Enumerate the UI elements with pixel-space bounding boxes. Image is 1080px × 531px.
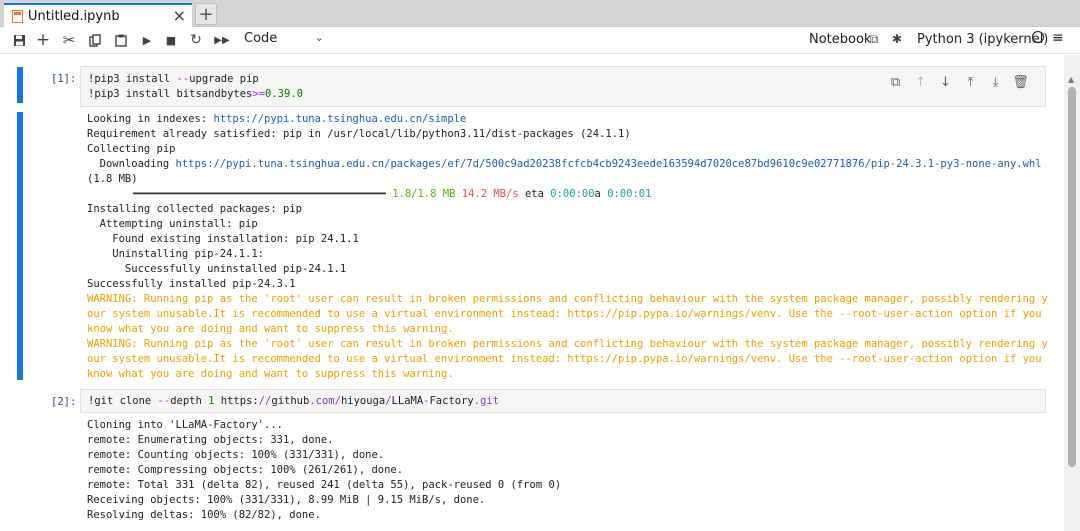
kernel-status-icon — [1031, 30, 1045, 48]
warning-line: WARNING: Running pip as the 'root' user … — [87, 293, 1048, 305]
tab-bar: Untitled.ipynb × + — [0, 0, 1080, 27]
vertical-scrollbar[interactable]: ▲ — [1064, 55, 1080, 531]
move-down-icon[interactable]: ↓ — [933, 73, 958, 91]
output-line: Successfully installed pip-24.3.1 — [87, 278, 296, 290]
output-line: Found existing installation: pip 24.1.1 — [87, 233, 359, 245]
output-line: Attempting uninstall: pip — [87, 218, 258, 230]
cell-toolbar: ⧉ ↑ ↓ ⤒ ⤓ 🗑 — [883, 73, 1033, 91]
progress-line: ━━━━━━━━━━━━━━━━━━━━━━━━━━━━━━━━━━━━━━━━… — [133, 188, 652, 200]
insert-above-icon[interactable]: ⤒ — [958, 73, 983, 91]
output-line: Cloning into 'LLaMA-Factory'... — [87, 419, 283, 431]
run-all-icon[interactable]: ▶▶ — [213, 31, 231, 49]
output-line: remote: Compressing objects: 100% (261/2… — [87, 464, 404, 476]
run-icon[interactable]: ▶ — [138, 31, 156, 49]
output-line: Receiving objects: 100% (331/331), 8.99 … — [87, 494, 486, 506]
code-cell-input[interactable]: !git clone --depth 1 https://github.com/… — [80, 389, 1046, 413]
output-collapser[interactable] — [17, 112, 23, 380]
output-line: remote: Counting objects: 100% (331/331)… — [87, 449, 385, 461]
cut-icon[interactable]: ✂ — [60, 31, 78, 49]
notebook-panel: [1]: !pip3 install --upgrade pip !pip3 i… — [0, 55, 1064, 531]
insert-below-icon[interactable]: ⤓ — [983, 73, 1008, 91]
warning-line: know what you are doing and want to supp… — [87, 323, 454, 335]
menu-icon[interactable]: ≡ — [1052, 30, 1064, 46]
output-line: Collecting pip — [87, 143, 176, 155]
chevron-down-icon: ⌄ — [314, 31, 324, 44]
close-tab-icon[interactable]: × — [173, 6, 186, 25]
output-line: Installing collected packages: pip — [87, 203, 302, 215]
scrollbar-thumb[interactable] — [1068, 87, 1076, 467]
output-line: Successfully uninstalled pip-24.1.1 — [87, 263, 347, 275]
notebook-toolbar: + ✂ ▶ ■ ↻ ▶▶ Code ⌄ Notebook ⧉ ✱ Python … — [0, 27, 1080, 54]
notebook-label[interactable]: Notebook — [809, 32, 871, 47]
output-line: (1.8 MB) — [87, 173, 138, 185]
kernel-name[interactable]: Python 3 (ipykernel) — [917, 32, 1048, 47]
move-up-icon[interactable]: ↑ — [908, 73, 933, 91]
output-line: Downloading https://pypi.tuna.tsinghua.e… — [87, 158, 1042, 170]
tab-title: Untitled.ipynb — [28, 8, 120, 24]
scroll-up-icon[interactable]: ▲ — [1068, 75, 1074, 84]
add-cell-icon[interactable]: + — [34, 30, 52, 50]
notebook-icon — [12, 9, 23, 23]
code-line: !pip3 install bitsandbytes>=0.39.0 — [88, 88, 303, 100]
notebook-tab[interactable]: Untitled.ipynb × — [4, 3, 192, 27]
output-line: Resolving deltas: 100% (82/82), done. — [87, 509, 321, 521]
cell-type-select[interactable]: Code ⌄ — [244, 31, 324, 50]
warning-line: our system unusable.It is recommended to… — [87, 353, 1042, 365]
output-line: Uninstalling pip-24.1.1: — [87, 248, 265, 260]
debugger-icon[interactable]: ✱ — [892, 32, 902, 46]
output-line: remote: Enumerating objects: 331, done. — [87, 434, 334, 446]
output-line: remote: Total 331 (delta 82), reused 241… — [87, 479, 562, 491]
index-link: https://pypi.tuna.tsinghua.edu.cn/simple — [213, 113, 467, 125]
warning-line: WARNING: Running pip as the 'root' user … — [87, 338, 1048, 350]
paste-icon[interactable] — [112, 31, 130, 49]
code-line: !git clone --depth 1 https://github.com/… — [88, 395, 500, 407]
duplicate-cell-icon[interactable]: ⧉ — [883, 73, 908, 91]
input-prompt: [2]: — [51, 396, 77, 408]
external-link-icon[interactable]: ⧉ — [870, 32, 879, 47]
code-cell-input[interactable]: !pip3 install --upgrade pip !pip3 instal… — [80, 66, 1046, 107]
warning-line: know what you are doing and want to supp… — [87, 368, 454, 380]
output-line: Looking in indexes: https://pypi.tuna.ts… — [87, 113, 467, 125]
delete-cell-icon[interactable]: 🗑 — [1008, 73, 1033, 91]
cell-collapser[interactable] — [17, 67, 23, 103]
new-tab-button[interactable]: + — [195, 3, 217, 25]
cell-type-label: Code — [244, 31, 278, 46]
output-line: Requirement already satisfied: pip in /u… — [87, 128, 631, 140]
progress-bar: ━━━━━━━━━━━━━━━━━━━━━━━━━━━━━━━━━━━━━━━━ — [133, 188, 386, 200]
restart-icon[interactable]: ↻ — [187, 31, 205, 49]
save-icon[interactable] — [10, 31, 28, 49]
download-link: https://pypi.tuna.tsinghua.edu.cn/packag… — [175, 158, 1042, 170]
input-prompt: [1]: — [51, 73, 77, 85]
stop-icon[interactable]: ■ — [162, 31, 180, 49]
warning-line: our system unusable.It is recommended to… — [87, 308, 1042, 320]
copy-icon[interactable] — [86, 31, 104, 49]
code-line: !pip3 install --upgrade pip — [88, 73, 259, 85]
